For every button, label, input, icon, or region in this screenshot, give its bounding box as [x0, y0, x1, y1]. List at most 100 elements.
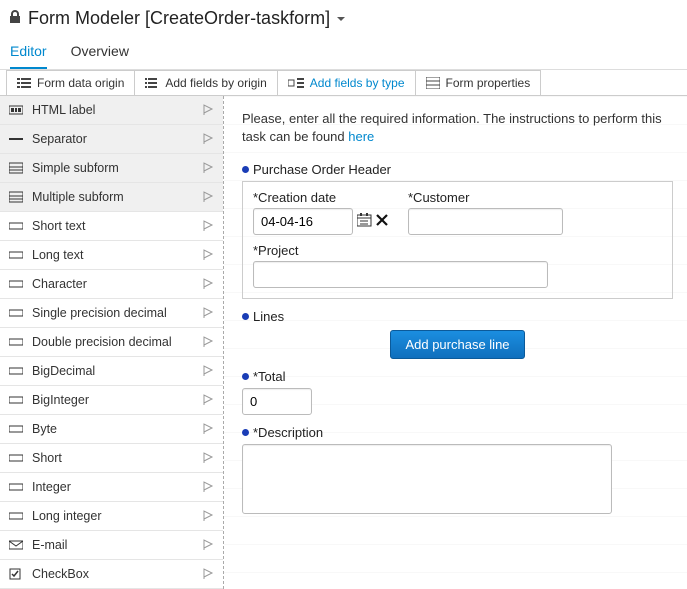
- drag-flag-icon: [203, 133, 215, 145]
- textfield-icon: [8, 508, 24, 524]
- add-type-icon: [288, 77, 304, 89]
- add-origin-icon: [145, 77, 159, 89]
- palette-item[interactable]: Multiple subform: [0, 183, 223, 212]
- palette-item-label: HTML label: [32, 103, 95, 117]
- palette-item-label: Simple subform: [32, 161, 119, 175]
- palette-item[interactable]: Long text: [0, 241, 223, 270]
- palette-item[interactable]: Short: [0, 444, 223, 473]
- bullet-icon: [242, 166, 249, 173]
- palette-item-label: CheckBox: [32, 567, 89, 581]
- lock-icon: [8, 10, 28, 27]
- title-dropdown[interactable]: [336, 14, 352, 24]
- description-textarea[interactable]: [242, 444, 612, 514]
- textfield-icon: [8, 305, 24, 321]
- textfield-icon: [8, 450, 24, 466]
- drag-flag-icon: [203, 539, 215, 551]
- customer-input[interactable]: [408, 208, 563, 235]
- total-input[interactable]: [242, 388, 312, 415]
- drag-flag-icon: [203, 365, 215, 377]
- palette-item-label: Short text: [32, 219, 86, 233]
- drag-flag-icon: [203, 220, 215, 232]
- editor-tabs: Editor Overview: [0, 33, 687, 70]
- separator-icon: [8, 131, 24, 147]
- toolbar-add-by-origin[interactable]: Add fields by origin: [134, 70, 277, 95]
- drag-flag-icon: [203, 452, 215, 464]
- textfield-icon: [8, 334, 24, 350]
- palette-item-label: Integer: [32, 480, 71, 494]
- customer-label: *Customer: [408, 190, 563, 205]
- drag-flag-icon: [203, 510, 215, 522]
- creation-date-label: *Creation date: [253, 190, 388, 205]
- drag-flag-icon: [203, 568, 215, 580]
- textfield-icon: [8, 276, 24, 292]
- textfield-icon: [8, 421, 24, 437]
- palette-item[interactable]: Short text: [0, 212, 223, 241]
- palette-item-label: E-mail: [32, 538, 67, 552]
- drag-flag-icon: [203, 249, 215, 261]
- clear-date-icon[interactable]: [376, 214, 388, 229]
- palette-item[interactable]: Character: [0, 270, 223, 299]
- purchase-order-header-box: *Creation date *Customer: [242, 181, 673, 299]
- subform-icon: [8, 160, 24, 176]
- textfield-icon: [8, 363, 24, 379]
- bullet-icon: [242, 429, 249, 436]
- toolbar-form-data-origin[interactable]: Form data origin: [6, 70, 135, 95]
- drag-flag-icon: [203, 394, 215, 406]
- checkbox-icon: [8, 566, 24, 582]
- drag-flag-icon: [203, 162, 215, 174]
- page-title: Form Modeler [CreateOrder-taskform]: [28, 8, 330, 29]
- palette-item[interactable]: BigInteger: [0, 386, 223, 415]
- palette-item-label: Long text: [32, 248, 83, 262]
- toolbar-form-properties[interactable]: Form properties: [415, 70, 542, 95]
- section-lines: Lines: [242, 309, 673, 324]
- palette-item-label: Multiple subform: [32, 190, 124, 204]
- tab-overview[interactable]: Overview: [71, 33, 129, 69]
- subform-icon: [8, 189, 24, 205]
- palette-item-label: Short: [32, 451, 62, 465]
- drag-flag-icon: [203, 336, 215, 348]
- palette-item[interactable]: Long integer: [0, 502, 223, 531]
- section-purchase-order-header: Purchase Order Header: [242, 162, 673, 177]
- palette-item[interactable]: HTML label: [0, 96, 223, 125]
- instructions-link[interactable]: here: [348, 129, 374, 144]
- palette-item-label: Double precision decimal: [32, 335, 172, 349]
- palette-item[interactable]: Single precision decimal: [0, 299, 223, 328]
- section-description: *Description: [242, 425, 673, 440]
- palette-item[interactable]: Byte: [0, 415, 223, 444]
- add-purchase-line-button[interactable]: Add purchase line: [390, 330, 524, 359]
- project-input[interactable]: [253, 261, 548, 288]
- bullet-icon: [242, 373, 249, 380]
- toolbar-add-by-type[interactable]: Add fields by type: [277, 70, 416, 95]
- palette-item[interactable]: Simple subform: [0, 154, 223, 183]
- instructions-text: Please, enter all the required informati…: [242, 110, 673, 146]
- field-type-palette: HTML label Separator Simple subform Multipl…: [0, 96, 224, 589]
- palette-item[interactable]: Double precision decimal: [0, 328, 223, 357]
- section-total: *Total: [242, 369, 673, 384]
- drag-flag-icon: [203, 191, 215, 203]
- palette-item[interactable]: BigDecimal: [0, 357, 223, 386]
- textfield-icon: [8, 392, 24, 408]
- palette-item-label: BigDecimal: [32, 364, 95, 378]
- drag-flag-icon: [203, 104, 215, 116]
- bullet-icon: [242, 313, 249, 320]
- creation-date-input[interactable]: [253, 208, 353, 235]
- palette-item[interactable]: CheckBox: [0, 560, 223, 589]
- palette-item[interactable]: Integer: [0, 473, 223, 502]
- palette-item[interactable]: Separator: [0, 125, 223, 154]
- drag-flag-icon: [203, 278, 215, 290]
- textfield-icon: [8, 218, 24, 234]
- palette-item[interactable]: E-mail: [0, 531, 223, 560]
- drag-flag-icon: [203, 423, 215, 435]
- calendar-icon[interactable]: [357, 213, 372, 230]
- palette-item-label: Long integer: [32, 509, 102, 523]
- list-icon: [17, 77, 31, 89]
- drag-flag-icon: [203, 307, 215, 319]
- textfield-icon: [8, 247, 24, 263]
- email-icon: [8, 537, 24, 553]
- drag-flag-icon: [203, 481, 215, 493]
- properties-icon: [426, 77, 440, 89]
- palette-item-label: Byte: [32, 422, 57, 436]
- palette-item-label: BigInteger: [32, 393, 89, 407]
- project-label: *Project: [253, 243, 662, 258]
- tab-editor[interactable]: Editor: [10, 33, 47, 69]
